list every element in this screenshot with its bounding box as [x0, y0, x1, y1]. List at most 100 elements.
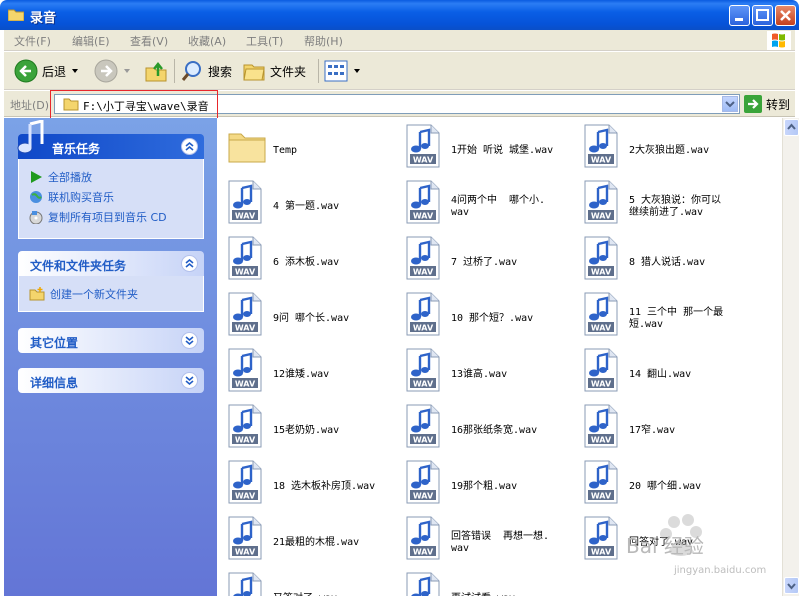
folder-icon [8, 9, 24, 21]
wav-file-item[interactable]: WAV 5 大灰狼说：你可以 继续前进了.wav [583, 180, 755, 230]
wav-file-item[interactable]: WAV 12谁矮.wav [227, 348, 399, 398]
file-name: 1开始 听说 城堡.wav [451, 145, 554, 156]
close-button[interactable] [775, 5, 796, 26]
forward-dropdown-icon[interactable] [124, 69, 130, 73]
file-name: 20 哪个细.wav [629, 481, 702, 492]
menu-view[interactable]: 查看(V) [130, 33, 168, 49]
music-tasks-header[interactable]: 音乐任务 [17, 120, 204, 159]
title-bar[interactable]: 录音 [0, 0, 799, 30]
expand-button[interactable] [181, 332, 198, 349]
views-button[interactable] [324, 58, 360, 84]
file-name: 11 三个中 那一个最 短.wav [629, 307, 724, 330]
task-new-folder[interactable]: 创建一个新文件夹 [29, 284, 193, 304]
other-places-title: 其它位置 [30, 336, 79, 350]
wav-audio-file-icon: WAV [228, 460, 262, 504]
svg-text:WAV: WAV [413, 492, 434, 501]
details-panel: 详细信息 [18, 368, 204, 393]
wav-file-item[interactable]: WAV 14 翻山.wav [583, 348, 755, 398]
menu-edit[interactable]: 编辑(E) [72, 33, 110, 49]
maximize-button[interactable] [752, 5, 773, 26]
music-tasks-body: 全部播放 联机购买音乐 复制所有项目到音乐 CD [18, 159, 204, 239]
views-dropdown-icon[interactable] [354, 69, 360, 73]
collapse-button[interactable] [181, 255, 198, 272]
wav-file-item[interactable]: WAV 10 那个短？.wav [405, 292, 577, 342]
wav-file-item[interactable]: WAV 1开始 听说 城堡.wav [405, 124, 577, 174]
go-button[interactable]: 转到 [744, 95, 790, 113]
svg-text:WAV: WAV [591, 492, 612, 501]
file-name: 8 猎人说话.wav [629, 257, 706, 268]
wav-file-item[interactable]: WAV 21最粗的木棍.wav [227, 516, 399, 566]
wav-file-item[interactable]: WAV 又答对了.wav [227, 572, 399, 596]
scroll-down-button[interactable] [784, 577, 799, 594]
svg-text:WAV: WAV [413, 548, 434, 557]
wav-file-item[interactable]: WAV 15老奶奶.wav [227, 404, 399, 454]
svg-text:WAV: WAV [591, 156, 612, 165]
toolbar-separator [318, 59, 319, 83]
forward-button[interactable] [94, 58, 130, 84]
minimize-button[interactable] [729, 5, 750, 26]
wav-audio-file-icon: WAV [406, 404, 440, 448]
folders-button[interactable]: 文件夹 [242, 58, 306, 84]
wav-audio-file-icon: WAV [584, 348, 618, 392]
cd-copy-icon [29, 211, 43, 224]
wav-file-item[interactable]: WAV 4问两个中 哪个小. wav [405, 180, 577, 230]
close-icon [780, 10, 791, 21]
globe-icon [30, 191, 42, 203]
wav-file-item[interactable]: WAV 17窄.wav [583, 404, 755, 454]
other-places-header[interactable]: 其它位置 [18, 328, 204, 353]
wav-file-item[interactable]: WAV 再试试看.wav [405, 572, 577, 596]
menu-tools[interactable]: 工具(T) [246, 33, 283, 49]
window-title: 录音 [30, 11, 57, 26]
scroll-up-button[interactable] [784, 119, 799, 136]
svg-text:WAV: WAV [235, 436, 256, 445]
wav-file-item[interactable]: WAV 7 过桥了.wav [405, 236, 577, 286]
wav-file-item[interactable]: WAV 6 添木板.wav [227, 236, 399, 286]
svg-text:WAV: WAV [235, 268, 256, 277]
wav-audio-file-icon: WAV [406, 348, 440, 392]
wav-audio-file-icon: WAV [584, 460, 618, 504]
svg-text:WAV: WAV [235, 324, 256, 333]
search-button[interactable]: 搜索 [180, 58, 232, 84]
wav-file-item[interactable]: WAV 2大灰狼出题.wav [583, 124, 755, 174]
details-header[interactable]: 详细信息 [18, 368, 204, 393]
svg-text:WAV: WAV [413, 156, 434, 165]
file-tasks-header[interactable]: 文件和文件夹任务 [18, 251, 204, 276]
wav-file-item[interactable]: WAV 9问 哪个长.wav [227, 292, 399, 342]
go-label: 转到 [766, 97, 791, 112]
task-copy-to-cd[interactable]: 复制所有项目到音乐 CD [29, 207, 193, 227]
other-places-panel: 其它位置 [18, 328, 204, 353]
collapse-button[interactable] [181, 138, 198, 155]
task-play-all[interactable]: 全部播放 [29, 167, 193, 187]
wav-file-item[interactable]: WAV 回答错误 再想一想. wav [405, 516, 577, 566]
wav-audio-file-icon: WAV [584, 516, 618, 560]
wav-file-item[interactable]: WAV 13谁高.wav [405, 348, 577, 398]
file-name: 21最粗的木棍.wav [273, 537, 360, 548]
arrow-up-icon [787, 123, 796, 130]
wav-audio-file-icon: WAV [228, 404, 262, 448]
up-folder-button[interactable] [144, 58, 168, 84]
task-buy-music[interactable]: 联机购买音乐 [29, 187, 193, 207]
wav-audio-file-icon: WAV [406, 236, 440, 280]
address-dropdown-button[interactable] [722, 96, 738, 112]
wav-file-item[interactable]: WAV 18 选木板补房顶.wav [227, 460, 399, 510]
back-button[interactable]: 后退 [14, 58, 79, 84]
folder-item[interactable]: Temp [227, 124, 399, 174]
menu-help[interactable]: 帮助(H) [304, 33, 343, 49]
menu-favorites[interactable]: 收藏(A) [188, 33, 226, 49]
wav-file-item[interactable]: WAV 8 猎人说话.wav [583, 236, 755, 286]
file-name: 回答错误 再想一想. wav [451, 531, 550, 554]
wav-file-item[interactable]: WAV 4 第一题.wav [227, 180, 399, 230]
svg-text:WAV: WAV [591, 324, 612, 333]
menu-file[interactable]: 文件(F) [14, 33, 51, 49]
wav-file-item[interactable]: WAV 16那张纸条宽.wav [405, 404, 577, 454]
minimize-icon [735, 18, 743, 21]
watermark-url: jingyan.baidu.com [674, 565, 767, 576]
music-tasks-panel: 音乐任务 全部播放 联机购买音乐 复制所有项目到音乐 CD [17, 120, 204, 239]
wav-file-item[interactable]: WAV 11 三个中 那一个最 短.wav [583, 292, 755, 342]
file-tasks-panel: 文件和文件夹任务 创建一个新文件夹 [18, 251, 204, 312]
expand-button[interactable] [181, 372, 198, 389]
wav-file-item[interactable]: WAV 20 哪个细.wav [583, 460, 755, 510]
back-dropdown-icon[interactable] [72, 69, 79, 73]
music-note-icon [17, 120, 44, 154]
wav-file-item[interactable]: WAV 19那个粗.wav [405, 460, 577, 510]
